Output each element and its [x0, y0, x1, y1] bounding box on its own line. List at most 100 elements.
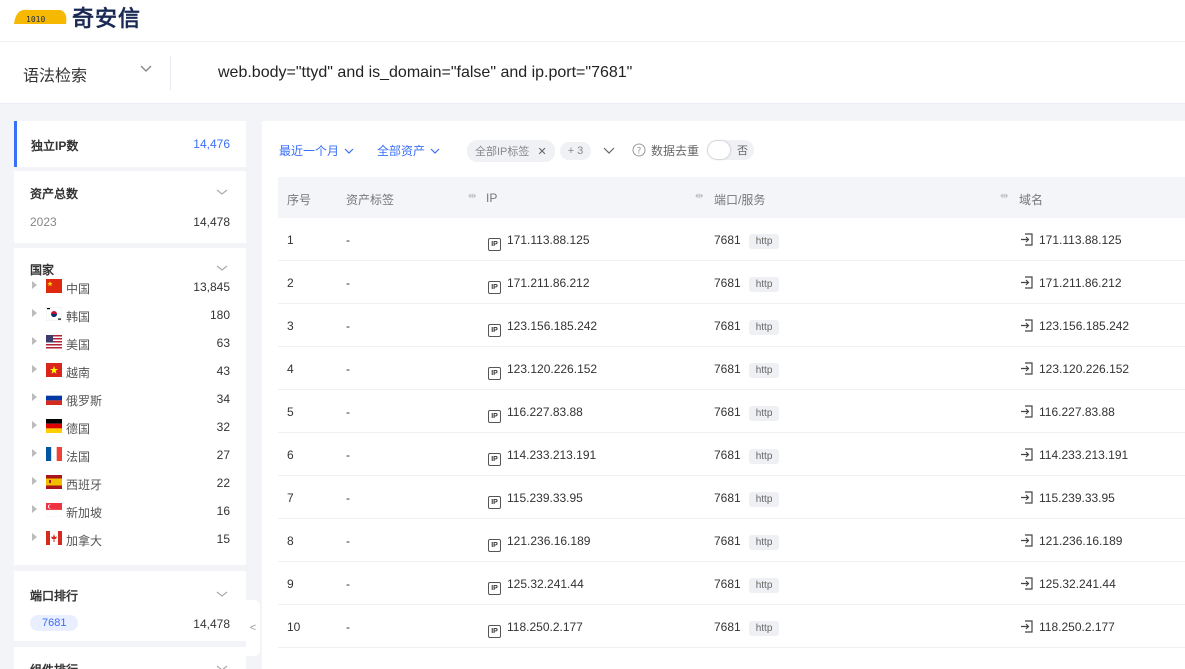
- row-ip-cell[interactable]: IP 115.239.33.95: [488, 491, 583, 509]
- sidebar-collapse-button[interactable]: <: [246, 600, 260, 656]
- table-row[interactable]: 3 - IP 123.156.185.242 7681 http 123.156.185.2…: [278, 304, 1185, 347]
- unique-ip-card[interactable]: 独立IP数 14,476: [14, 121, 246, 167]
- expand-caret-icon[interactable]: [32, 421, 37, 429]
- table-row[interactable]: 9 - IP 125.32.241.44 7681 http 125.32.241.44: [278, 562, 1185, 605]
- chevron-down-icon[interactable]: [216, 186, 228, 198]
- table-row[interactable]: 6 - IP 114.233.213.191 7681 http 114.233.213.1…: [278, 433, 1185, 476]
- expand-caret-icon[interactable]: [32, 281, 37, 289]
- service-badge[interactable]: http: [748, 621, 780, 636]
- row-ip[interactable]: 114.233.213.191: [507, 448, 596, 462]
- service-badge[interactable]: http: [748, 535, 780, 550]
- row-ip[interactable]: 118.250.2.177: [507, 620, 583, 634]
- row-port[interactable]: 7681: [714, 534, 741, 548]
- country-item[interactable]: 法国 27: [14, 441, 246, 469]
- row-domain-cell[interactable]: 171.113.88.125: [1020, 233, 1122, 247]
- row-ip[interactable]: 171.211.86.212: [507, 276, 590, 290]
- row-domain[interactable]: 125.32.241.44: [1039, 577, 1116, 591]
- row-ip-cell[interactable]: IP 171.113.88.125: [488, 233, 590, 251]
- expand-caret-icon[interactable]: [32, 477, 37, 485]
- table-row[interactable]: 5 - IP 116.227.83.88 7681 http 116.227.83.88: [278, 390, 1185, 433]
- row-ip-cell[interactable]: IP 118.250.2.177: [488, 620, 583, 638]
- row-ip[interactable]: 171.113.88.125: [507, 233, 590, 247]
- row-port[interactable]: 7681: [714, 276, 741, 290]
- syntax-mode-select[interactable]: 语法检索: [23, 62, 87, 86]
- row-ip[interactable]: 123.156.185.242: [507, 319, 597, 333]
- row-domain[interactable]: 115.239.33.95: [1039, 491, 1115, 505]
- row-ip[interactable]: 121.236.16.189: [507, 534, 590, 548]
- expand-caret-icon[interactable]: [32, 449, 37, 457]
- row-domain[interactable]: 114.233.213.191: [1039, 448, 1128, 462]
- expand-caret-icon[interactable]: [32, 337, 37, 345]
- ip-tag-filter[interactable]: 全部IP标签 ✕ + 3: [467, 140, 617, 162]
- row-port[interactable]: 7681: [714, 491, 741, 505]
- country-item[interactable]: 中国 13,845: [14, 273, 246, 301]
- expand-caret-icon[interactable]: [32, 393, 37, 401]
- country-item[interactable]: 西班牙 22: [14, 469, 246, 497]
- row-domain-cell[interactable]: 114.233.213.191: [1020, 448, 1128, 462]
- row-domain[interactable]: 171.113.88.125: [1039, 233, 1122, 247]
- service-badge[interactable]: http: [748, 449, 780, 464]
- row-domain-cell[interactable]: 121.236.16.189: [1020, 534, 1122, 548]
- expand-caret-icon[interactable]: [32, 533, 37, 541]
- row-domain-cell[interactable]: 171.211.86.212: [1020, 276, 1122, 290]
- row-domain-cell[interactable]: 123.156.185.242: [1020, 319, 1129, 333]
- country-item[interactable]: 加拿大 15: [14, 525, 246, 553]
- service-badge[interactable]: http: [748, 234, 780, 249]
- logo[interactable]: 1010 奇安信: [12, 2, 141, 32]
- table-row[interactable]: 7 - IP 115.239.33.95 7681 http 115.239.33.95: [278, 476, 1185, 519]
- service-badge[interactable]: http: [748, 406, 780, 421]
- row-domain[interactable]: 118.250.2.177: [1039, 620, 1115, 634]
- service-badge[interactable]: http: [748, 492, 780, 507]
- chevron-down-icon[interactable]: [139, 62, 153, 76]
- country-item[interactable]: 德国 32: [14, 413, 246, 441]
- service-badge[interactable]: http: [748, 277, 780, 292]
- port-badge[interactable]: 7681: [30, 615, 79, 631]
- expand-caret-icon[interactable]: [32, 505, 37, 513]
- row-ip-cell[interactable]: IP 123.156.185.242: [488, 319, 597, 337]
- row-domain[interactable]: 121.236.16.189: [1039, 534, 1122, 548]
- table-row[interactable]: 2 - IP 171.211.86.212 7681 http 171.211.86.212: [278, 261, 1185, 304]
- chevron-down-icon[interactable]: [601, 145, 617, 157]
- row-ip-cell[interactable]: IP 125.32.241.44: [488, 577, 584, 595]
- row-domain[interactable]: 116.227.83.88: [1039, 405, 1115, 419]
- help-icon[interactable]: ?: [632, 143, 646, 157]
- row-domain-cell[interactable]: 118.250.2.177: [1020, 620, 1115, 634]
- tag-more-chip[interactable]: + 3: [559, 142, 592, 160]
- table-row[interactable]: 1 - IP 171.113.88.125 7681 http 171.113.88.125: [278, 218, 1185, 261]
- row-domain[interactable]: 171.211.86.212: [1039, 276, 1122, 290]
- chevron-down-icon[interactable]: [216, 588, 228, 600]
- close-icon[interactable]: ✕: [537, 146, 546, 158]
- row-domain-cell[interactable]: 123.120.226.152: [1020, 362, 1129, 376]
- country-item[interactable]: 越南 43: [14, 357, 246, 385]
- time-filter[interactable]: 最近一个月: [279, 142, 356, 159]
- row-ip[interactable]: 123.120.226.152: [507, 362, 597, 376]
- row-port[interactable]: 7681: [714, 233, 741, 247]
- row-port[interactable]: 7681: [714, 405, 741, 419]
- search-query-input[interactable]: web.body="ttyd" and is_domain="false" an…: [218, 64, 632, 82]
- row-domain-cell[interactable]: 125.32.241.44: [1020, 577, 1116, 591]
- row-ip-cell[interactable]: IP 116.227.83.88: [488, 405, 583, 423]
- service-badge[interactable]: http: [748, 578, 780, 593]
- row-domain[interactable]: 123.120.226.152: [1039, 362, 1129, 376]
- chevron-down-icon[interactable]: [216, 662, 228, 669]
- col-header-ip[interactable]: IP: [486, 191, 497, 205]
- column-resize-icon[interactable]: ⇹: [1000, 191, 1008, 202]
- row-ip-cell[interactable]: IP 121.236.16.189: [488, 534, 590, 552]
- table-row[interactable]: 8 - IP 121.236.16.189 7681 http 121.236.16.189: [278, 519, 1185, 562]
- column-resize-icon[interactable]: ⇹: [695, 191, 703, 202]
- dedup-toggle[interactable]: 否: [707, 140, 755, 160]
- service-badge[interactable]: http: [748, 363, 780, 378]
- ip-tag-chip[interactable]: 全部IP标签 ✕: [467, 140, 555, 162]
- row-ip-cell[interactable]: IP 114.233.213.191: [488, 448, 596, 466]
- service-badge[interactable]: http: [748, 320, 780, 335]
- row-ip[interactable]: 116.227.83.88: [507, 405, 583, 419]
- expand-caret-icon[interactable]: [32, 365, 37, 373]
- row-domain-cell[interactable]: 116.227.83.88: [1020, 405, 1115, 419]
- row-ip-cell[interactable]: IP 171.211.86.212: [488, 276, 590, 294]
- country-item[interactable]: 美国 63: [14, 329, 246, 357]
- asset-scope-filter[interactable]: 全部资产: [377, 142, 442, 159]
- row-ip[interactable]: 125.32.241.44: [507, 577, 584, 591]
- row-ip-cell[interactable]: IP 123.120.226.152: [488, 362, 597, 380]
- row-port[interactable]: 7681: [714, 448, 741, 462]
- table-row[interactable]: 10 - IP 118.250.2.177 7681 http 118.250.2.177: [278, 605, 1185, 648]
